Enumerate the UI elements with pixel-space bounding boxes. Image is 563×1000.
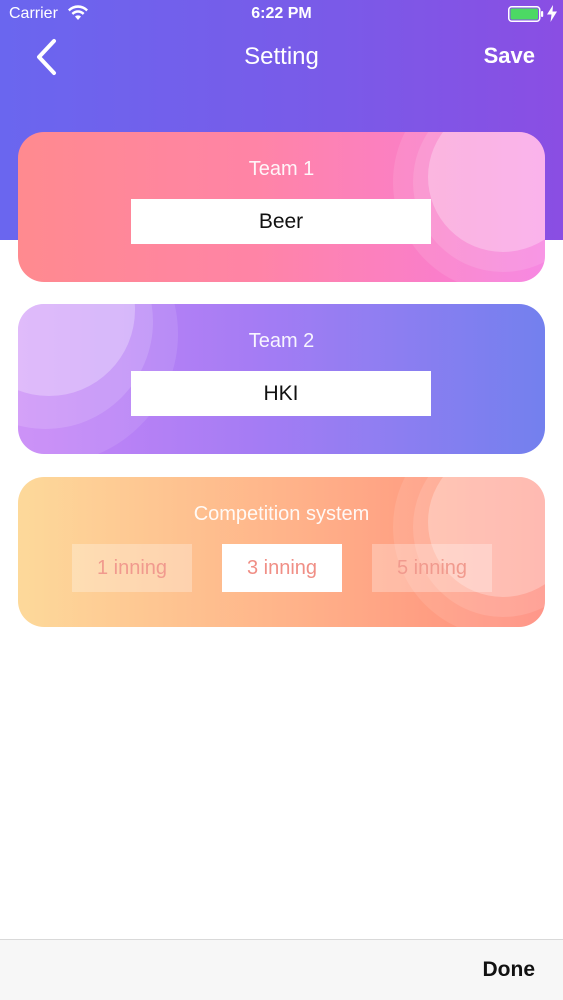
competition-card: Competition system 1 inning 3 inning 5 i… (18, 477, 545, 627)
competition-label: Competition system (193, 503, 370, 525)
team1-card: Team 1 (18, 132, 545, 282)
page-title: Setting (244, 43, 319, 70)
option-1-inning[interactable]: 1 inning (72, 544, 192, 592)
charging-bolt-icon (547, 5, 557, 22)
save-button[interactable]: Save (484, 43, 535, 69)
team2-label: Team 2 (248, 330, 315, 352)
team2-name-input[interactable] (131, 371, 431, 416)
status-bar: Carrier 6:22 PM (0, 0, 563, 30)
team2-card: Team 2 (18, 304, 545, 454)
option-5-inning[interactable]: 5 inning (372, 544, 492, 592)
status-time: 6:22 PM (251, 5, 312, 22)
battery-icon (508, 6, 544, 22)
team1-label: Team 1 (248, 158, 315, 180)
keyboard-toolbar: Done (0, 939, 563, 1000)
done-button[interactable]: Done (483, 958, 536, 982)
option-3-inning[interactable]: 3 inning (222, 544, 342, 592)
team1-name-input[interactable] (131, 199, 431, 244)
